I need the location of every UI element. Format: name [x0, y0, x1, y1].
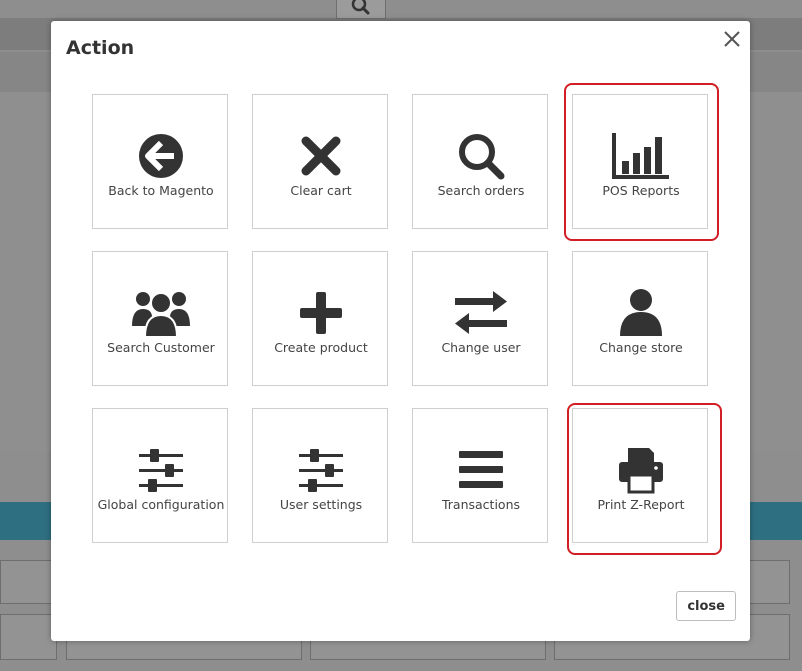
- action-label: Clear cart: [290, 183, 352, 198]
- search-icon: [459, 134, 505, 180]
- sliders-icon: [299, 449, 343, 492]
- close-icon: [724, 31, 740, 47]
- user-icon: [620, 289, 662, 336]
- action-clear-cart[interactable]: Clear cart: [252, 94, 388, 229]
- action-label: Print Z-Report: [597, 497, 685, 512]
- modal-title: Action: [66, 37, 135, 59]
- bar-chart-icon: [612, 133, 669, 179]
- action-label: Transactions: [441, 497, 521, 512]
- action-label: User settings: [279, 497, 363, 512]
- action-label: POS Reports: [602, 183, 680, 198]
- times-icon: [301, 136, 341, 176]
- background-search-button: [336, 0, 386, 19]
- exchange-icon: [455, 291, 507, 334]
- close-button[interactable]: close: [676, 591, 736, 621]
- action-global-configuration[interactable]: Global configuration: [92, 408, 228, 543]
- action-label: Create product: [274, 340, 368, 355]
- action-search-orders[interactable]: Search orders: [412, 94, 548, 229]
- action-user-settings[interactable]: User settings: [252, 408, 388, 543]
- action-transactions[interactable]: Transactions: [412, 408, 548, 543]
- background-field: [0, 614, 57, 660]
- action-change-user[interactable]: Change user: [412, 251, 548, 386]
- action-modal: Action Back to Magento Clear cart Search…: [51, 21, 750, 641]
- sliders-icon: [139, 449, 183, 492]
- printer-icon: [619, 448, 663, 494]
- action-search-customer[interactable]: Search Customer: [92, 251, 228, 386]
- plus-icon: [300, 292, 342, 334]
- action-label: Search Customer: [107, 340, 215, 355]
- close-x-button[interactable]: [720, 27, 744, 51]
- action-label: Search orders: [437, 183, 525, 198]
- action-label: Change user: [441, 340, 521, 355]
- action-label: Change store: [599, 340, 683, 355]
- arrow-circle-left-icon: [139, 134, 183, 178]
- background-search-icon: [351, 0, 370, 15]
- users-icon: [132, 292, 190, 338]
- action-print-z-report[interactable]: Print Z-Report: [572, 408, 708, 543]
- action-back-to-magento[interactable]: Back to Magento: [92, 94, 228, 229]
- action-change-store[interactable]: Change store: [572, 251, 708, 386]
- bars-icon: [459, 451, 503, 488]
- action-label: Back to Magento: [108, 183, 214, 198]
- action-pos-reports[interactable]: POS Reports: [572, 94, 708, 229]
- action-create-product[interactable]: Create product: [252, 251, 388, 386]
- action-label: Global configuration: [97, 497, 225, 512]
